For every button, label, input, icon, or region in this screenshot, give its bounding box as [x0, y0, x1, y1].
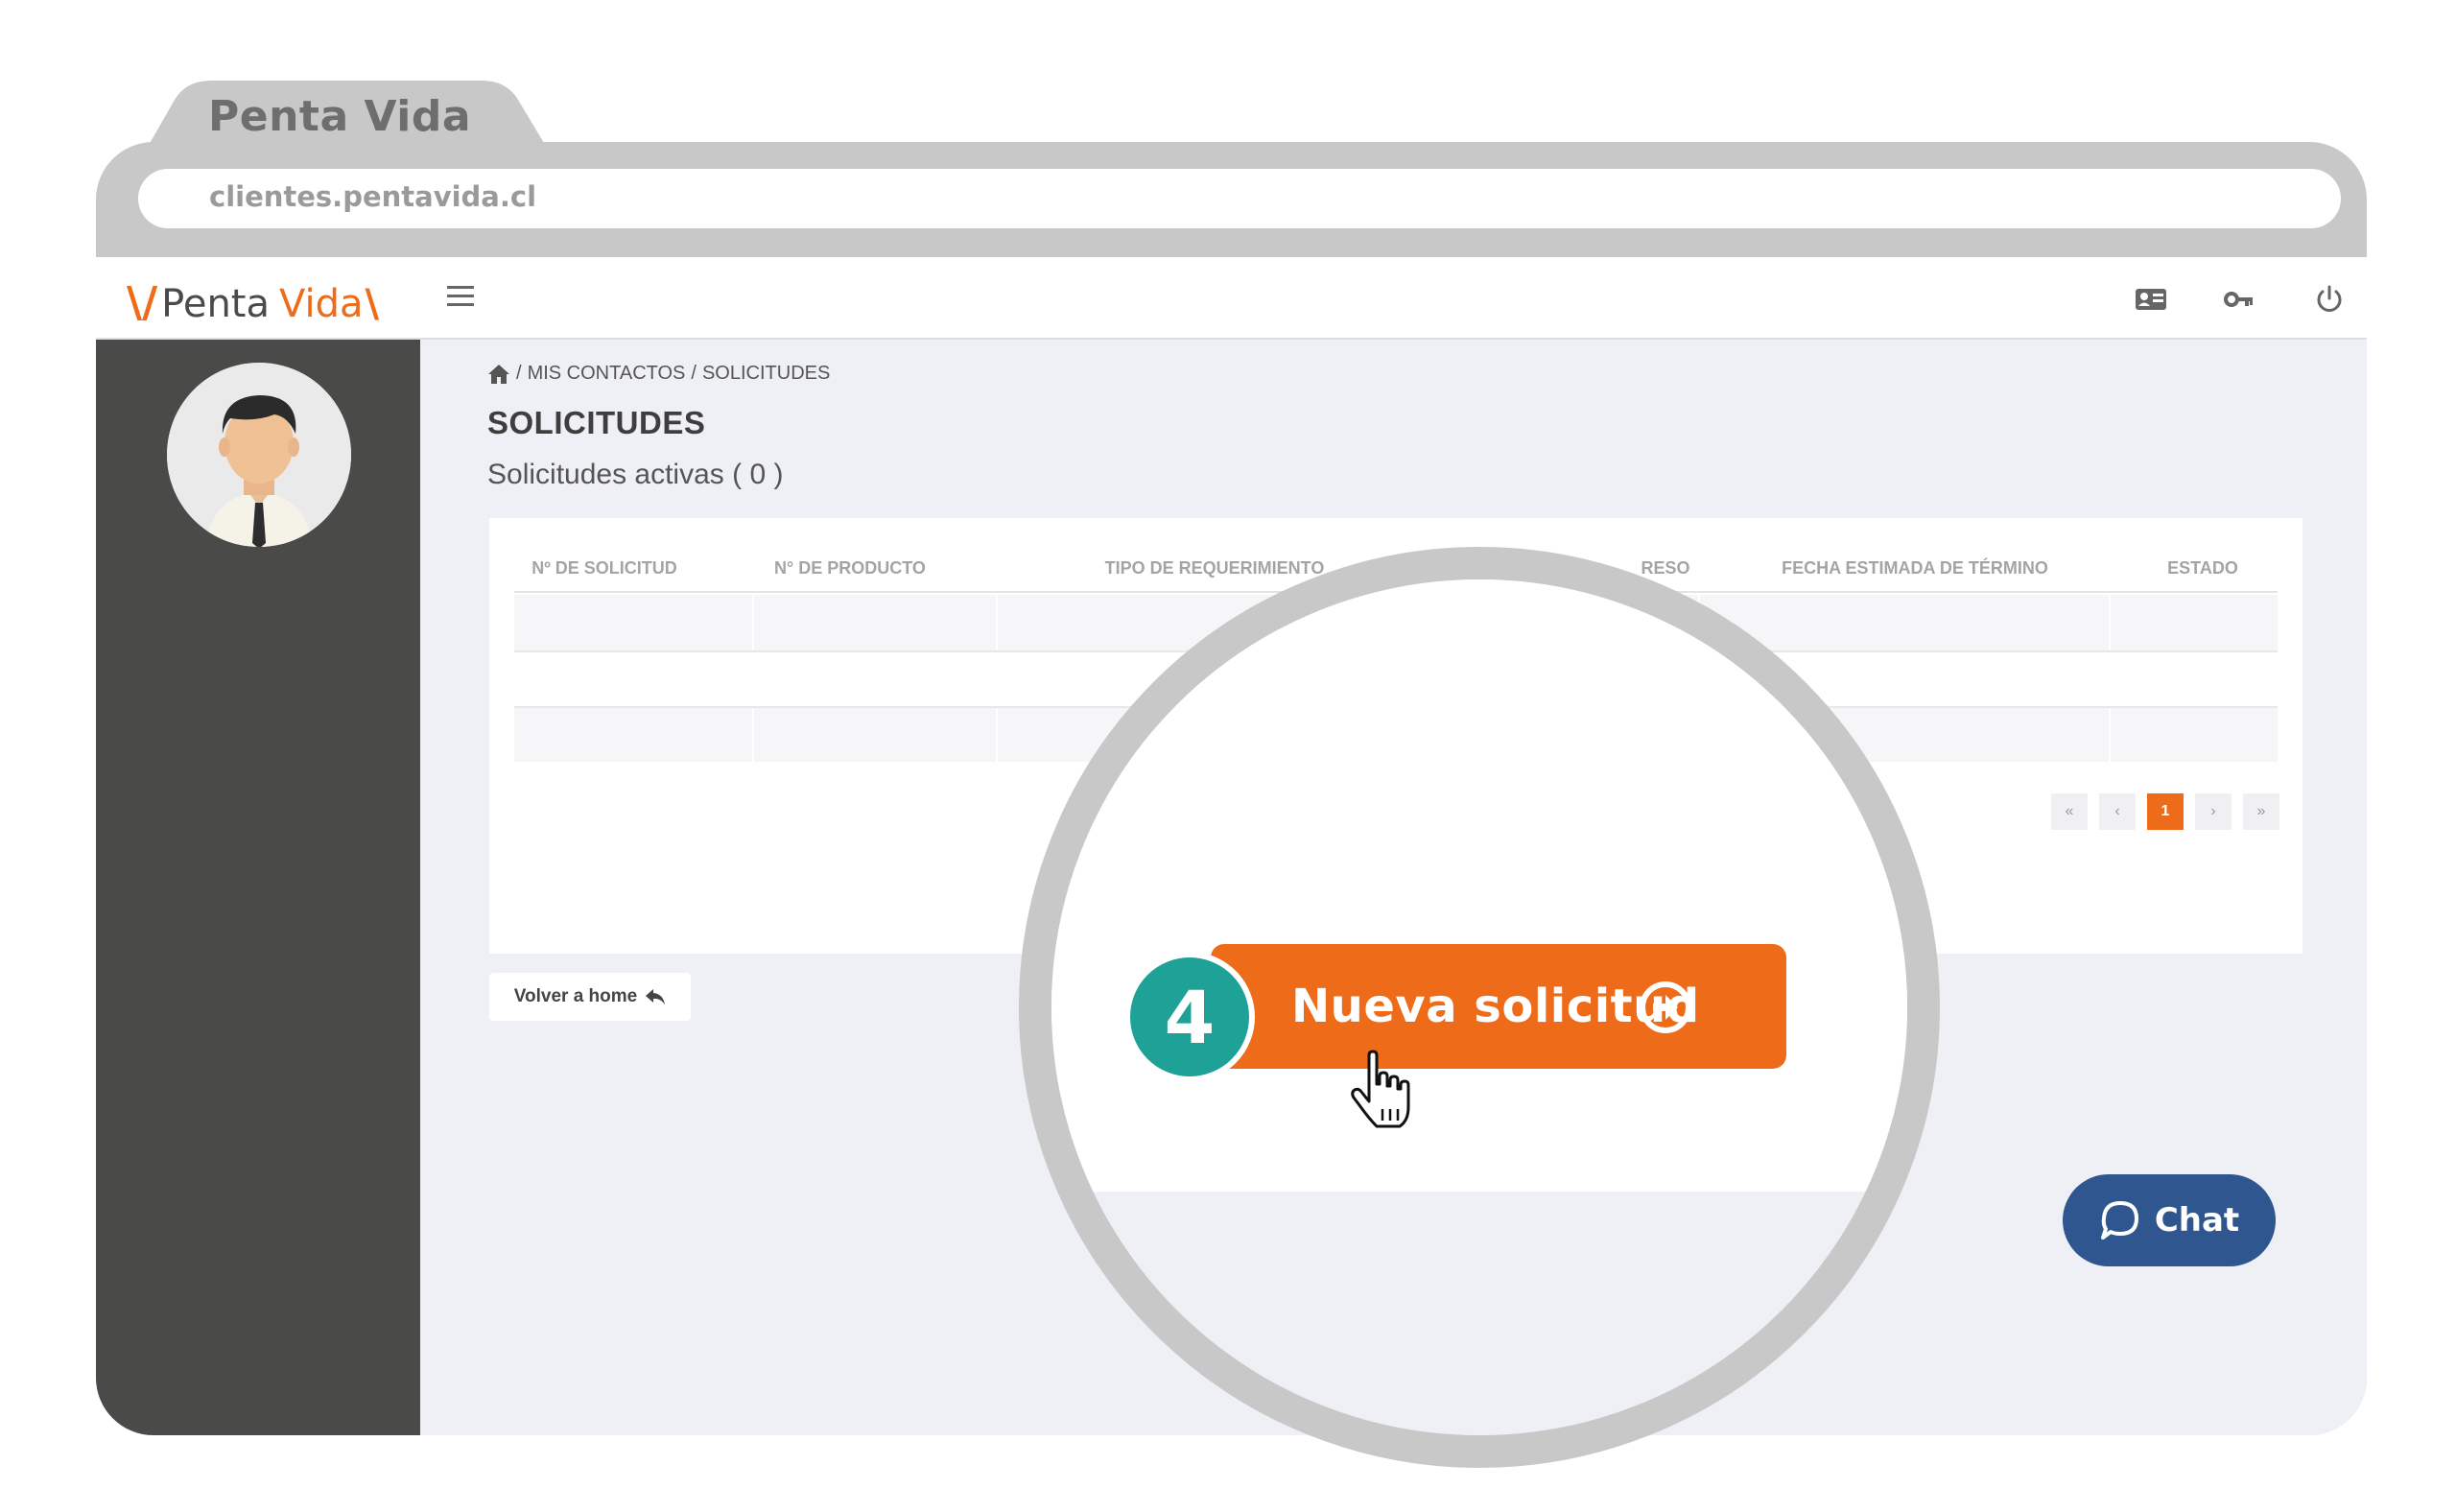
column-header-tipo: TIPO DE REQUERIMIENTO: [1104, 558, 1325, 578]
logo-mark-icon: \/: [127, 278, 158, 327]
active-requests-count: Solicitudes activas ( 0 ): [487, 459, 784, 490]
step-number-badge: 4: [1124, 952, 1255, 1082]
back-to-home-label: Volver a home: [513, 986, 638, 1006]
key-icon[interactable]: [2222, 282, 2256, 317]
new-request-button[interactable]: Nueva solicitud: [1211, 944, 1786, 1069]
breadcrumb-solicitudes: SOLICITUDES: [701, 363, 831, 384]
penta-vida-logo[interactable]: \/ Penta Vida \: [127, 278, 383, 327]
top-navbar: \/ Penta Vida \: [96, 257, 2367, 340]
pagination: « ‹ 1 › »: [2051, 793, 2279, 830]
home-icon[interactable]: [487, 364, 510, 385]
address-url: clientes.pentavida.cl: [209, 180, 537, 213]
hamburger-menu-icon[interactable]: [447, 286, 474, 309]
chat-label: Chat: [2154, 1201, 2240, 1240]
column-header-solicitud: Nº DE SOLICITUD: [531, 558, 677, 578]
logo-text-vida: Vida: [279, 282, 364, 326]
power-icon[interactable]: [2312, 282, 2347, 317]
magnifier-card-area: [1051, 579, 1907, 1192]
logo-tail-icon: \: [365, 282, 380, 326]
sidebar: [96, 340, 420, 1435]
column-header-estado: ESTADO: [2167, 558, 2238, 578]
arrow-circle-right-icon: [1640, 981, 1691, 1033]
breadcrumb-separator: /: [691, 363, 697, 384]
breadcrumb-mis-contactos[interactable]: MIS CONTACTOS: [528, 363, 686, 385]
column-header-producto: N° DE PRODUCTO: [774, 558, 926, 578]
column-header-fecha: FECHA ESTIMADA DE TÉRMINO: [1782, 558, 2048, 578]
back-to-home-button[interactable]: Volver a home: [489, 973, 691, 1021]
reply-arrow-icon: [646, 989, 666, 1004]
breadcrumb-separator: /: [516, 363, 522, 384]
pagination-next[interactable]: ›: [2195, 793, 2232, 830]
chat-button[interactable]: Chat: [2063, 1174, 2276, 1266]
user-avatar[interactable]: [167, 363, 351, 547]
page-title: SOLICITUDES: [487, 405, 706, 440]
contact-card-icon[interactable]: [2134, 282, 2168, 317]
pagination-first[interactable]: «: [2051, 793, 2088, 830]
hand-pointer-icon: [1351, 1050, 1410, 1128]
logo-text-penta: Penta: [161, 282, 270, 326]
pagination-prev[interactable]: ‹: [2099, 793, 2136, 830]
breadcrumb: / MIS CONTACTOS / SOLICITUDES: [487, 363, 830, 385]
chat-bubble-icon: [2100, 1201, 2138, 1240]
pagination-page-1[interactable]: 1: [2147, 793, 2184, 830]
user-avatar-illustration: [167, 363, 351, 547]
browser-tab-title[interactable]: Penta Vida: [208, 92, 471, 141]
pagination-last[interactable]: »: [2243, 793, 2279, 830]
